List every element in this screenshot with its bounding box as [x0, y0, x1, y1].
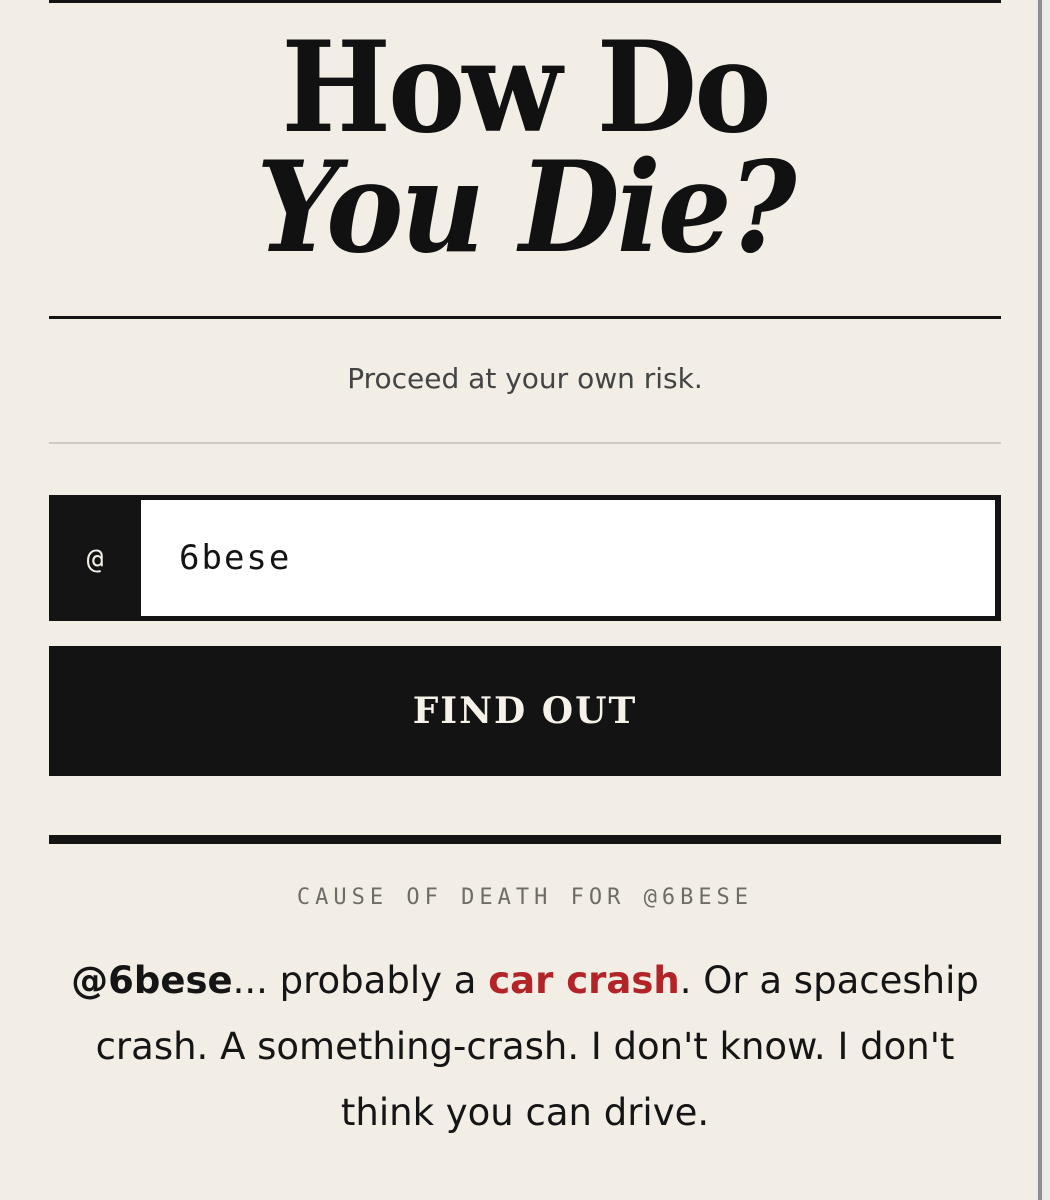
result-handle: @6bese — [71, 959, 233, 1002]
thin-divider — [49, 442, 1001, 444]
result-cause: car crash — [488, 959, 680, 1002]
result-text-before: ... probably a — [232, 959, 489, 1002]
result-divider — [49, 835, 1001, 844]
title-line-2: You Die? — [256, 134, 796, 282]
find-out-button[interactable]: FIND OUT — [49, 646, 1001, 776]
username-input[interactable] — [141, 500, 995, 616]
username-input-group: @ — [49, 495, 1001, 621]
top-divider — [49, 0, 1001, 3]
title-divider — [49, 316, 1001, 319]
page-title: How Do You Die? — [49, 23, 1001, 273]
at-prefix: @ — [86, 541, 104, 575]
result-label: CAUSE OF DEATH FOR @6BESE — [296, 885, 754, 910]
result-text: @6bese... probably a car crash. Or a spa… — [49, 948, 1001, 1146]
tagline: Proceed at your own risk. — [347, 362, 703, 395]
scrollbar[interactable] — [1036, 0, 1050, 1200]
title-line-1: How Do — [281, 14, 771, 162]
